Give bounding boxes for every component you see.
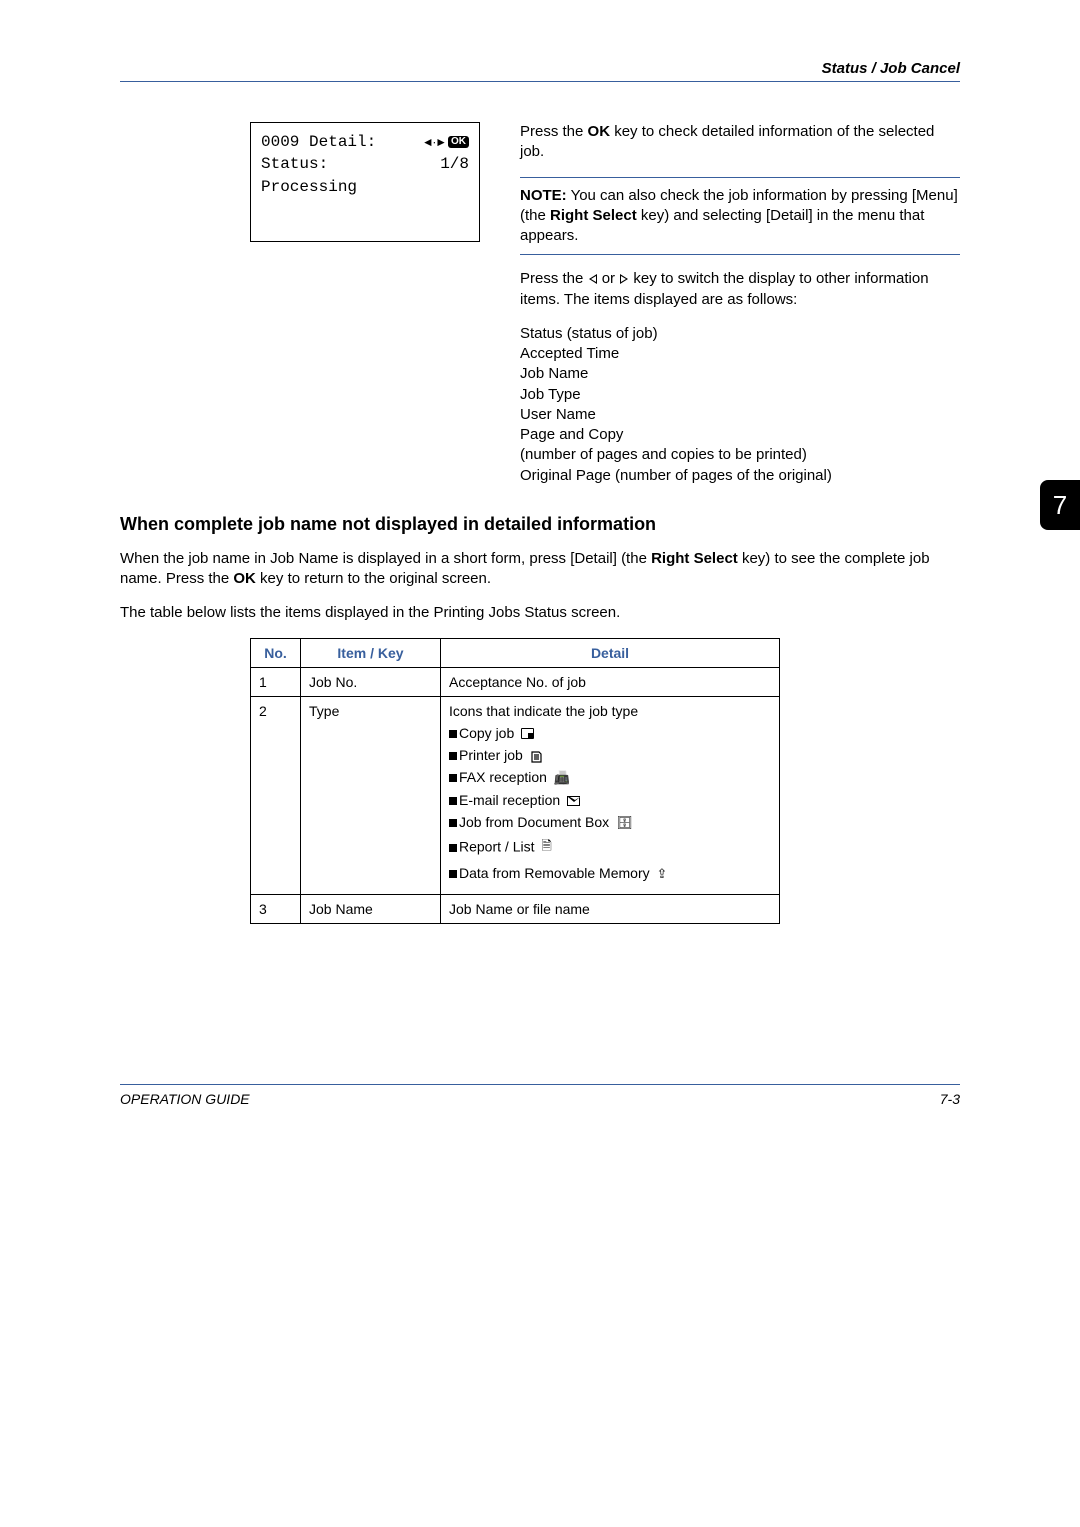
instruction-press-ok: Press the OK key to check detailed infor…	[520, 122, 960, 163]
col-item: Item / Key	[301, 638, 441, 667]
type-list: Copy job Printer job FAX reception 📠 E-m…	[449, 725, 771, 883]
detail-table: No. Item / Key Detail 1 Job No. Acceptan…	[250, 638, 780, 925]
lcd-ok-indicator: ◄∙► OK	[422, 134, 469, 151]
col-no: No.	[251, 638, 301, 667]
lcd-status-value: Processing	[261, 176, 469, 198]
lcd-page-indicator: 1/8	[440, 153, 469, 175]
table-row: 3 Job Name Job Name or file name	[251, 895, 780, 924]
lcd-panel: 0009 Detail: ◄∙► OK Status: 1/8 Processi…	[250, 122, 480, 242]
table-header-row: No. Item / Key Detail	[251, 638, 780, 667]
col-detail: Detail	[441, 638, 780, 667]
page-section-header: Status / Job Cancel	[120, 60, 960, 82]
body-paragraph-2: The table below lists the items displaye…	[120, 603, 960, 623]
copy-job-icon	[521, 728, 534, 739]
removable-memory-icon: ⇪	[657, 866, 668, 882]
info-items-list: Status (status of job) Accepted Time Job…	[520, 324, 960, 486]
printer-job-icon	[530, 750, 542, 762]
page-footer: OPERATION GUIDE 7-3	[120, 1084, 960, 1107]
document-box-icon: 🗄	[616, 815, 633, 831]
note-box: NOTE: You can also check the job informa…	[520, 177, 960, 256]
right-arrow-icon	[620, 274, 628, 284]
lcd-title: 0009 Detail:	[261, 131, 376, 153]
chapter-tab: 7	[1040, 480, 1080, 530]
ok-icon: OK	[448, 136, 469, 148]
report-list-icon: 🗎	[541, 837, 551, 859]
table-row: 2 Type Icons that indicate the job type …	[251, 696, 780, 895]
footer-left: OPERATION GUIDE	[120, 1091, 250, 1107]
table-row: 1 Job No. Acceptance No. of job	[251, 667, 780, 696]
body-paragraph-1: When the job name in Job Name is display…	[120, 549, 960, 590]
email-reception-icon	[567, 796, 580, 806]
lcd-status-label: Status:	[261, 153, 328, 175]
instruction-arrow-keys: Press the or key to switch the display t…	[520, 269, 960, 310]
left-arrow-icon	[589, 274, 597, 284]
type-intro: Icons that indicate the job type	[449, 703, 771, 719]
footer-page-number: 7-3	[940, 1091, 960, 1107]
subheading: When complete job name not displayed in …	[120, 514, 960, 535]
fax-reception-icon: 📠	[554, 770, 570, 786]
dpad-icon: ◄∙►	[422, 134, 446, 151]
